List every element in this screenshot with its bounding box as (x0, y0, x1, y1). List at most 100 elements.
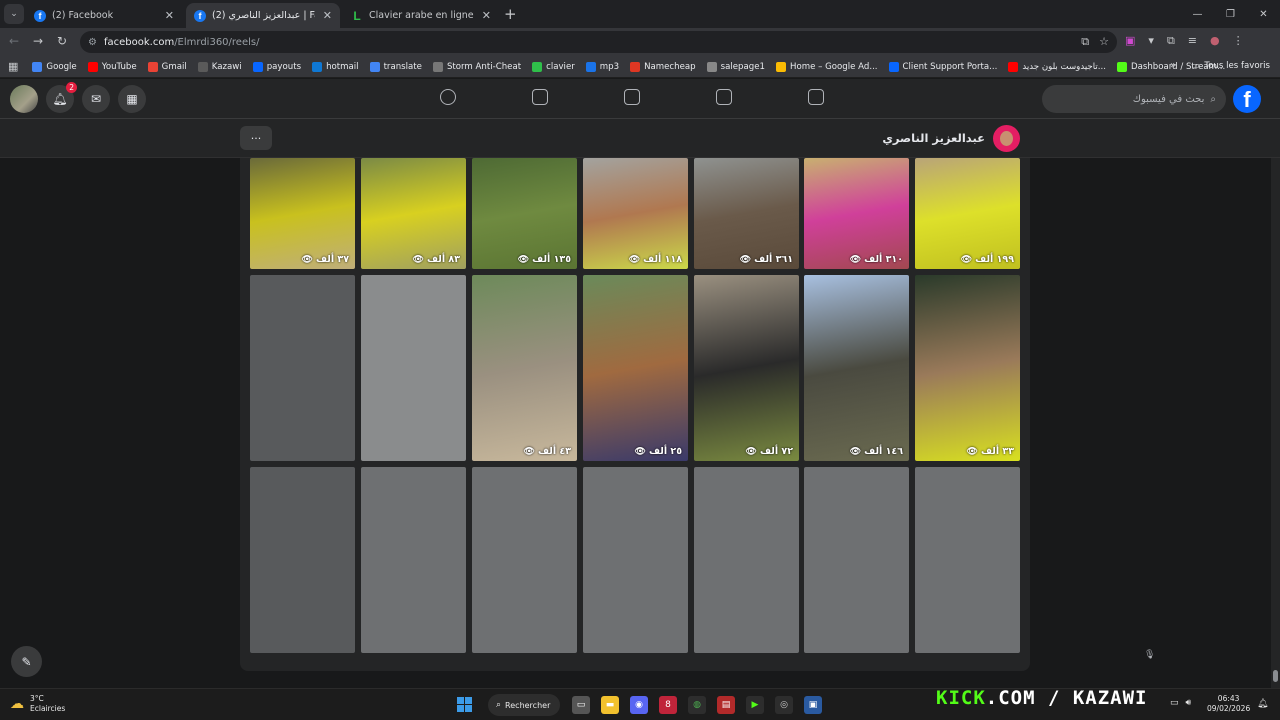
reel-thumbnail[interactable]: 👁︎ ٣٣ ألف (915, 275, 1020, 461)
profile-avatar[interactable] (993, 125, 1020, 152)
reel-thumbnail[interactable]: 👁︎ ١٣٥ ألف (472, 158, 577, 269)
remote-desktop-icon[interactable]: ▣ (804, 696, 822, 714)
tab-facebook-profile[interactable]: f (2) عبدالعزيز الناصري | Facebook ✕ (186, 3, 340, 28)
bookmark-label: Storm Anti-Cheat (446, 61, 522, 72)
bookmark-item[interactable]: payouts (252, 61, 301, 72)
reel-thumbnail[interactable]: 👁︎ ٣١٠ ألف (804, 158, 909, 269)
extension-menu-icon[interactable]: ▾ (1148, 34, 1154, 48)
bookmark-item[interactable]: clavier (532, 61, 575, 72)
home-icon[interactable] (808, 89, 824, 105)
install-app-icon[interactable]: ⧉ (1081, 35, 1089, 49)
video-icon[interactable] (624, 89, 640, 105)
notifications-button[interactable]: 🔔︎ 2 (46, 82, 77, 113)
apps-grid-icon[interactable]: ▦ (8, 60, 18, 73)
restore-icon[interactable]: ❐ (1214, 0, 1247, 28)
tab-search-button[interactable]: ⌄ (4, 4, 24, 24)
account-avatar[interactable] (10, 85, 38, 113)
reel-thumbnail[interactable]: 👁︎ ١٩٩ ألف (915, 158, 1020, 269)
bookmark-item[interactable]: salepage1 (706, 61, 765, 72)
bookmark-item[interactable]: Client Support Porta... (888, 61, 997, 72)
chrome-icon[interactable]: ◍ (688, 696, 706, 714)
messenger-button[interactable]: ✉ (82, 85, 110, 113)
extension-icon[interactable]: ▣ (1125, 34, 1135, 48)
steam-icon[interactable]: ◎ (775, 696, 793, 714)
bookmark-item[interactable]: Gmail (147, 61, 187, 72)
close-tab-icon[interactable]: ✕ (165, 9, 174, 22)
compose-message-button[interactable]: ✎ (11, 646, 42, 677)
reel-thumbnail[interactable]: 👁︎ ١١٨ ألف (583, 158, 688, 269)
app-icon[interactable]: 8 (659, 696, 677, 714)
tab-lexilog[interactable]: L Clavier arabe en ligne • Lexilog ✕ (343, 3, 499, 28)
bookmark-item[interactable]: Namecheap (630, 61, 696, 72)
more-options-button[interactable]: ··· (240, 126, 272, 150)
file-explorer-icon[interactable]: ▬ (601, 696, 619, 714)
reel-placeholder[interactable] (250, 275, 355, 461)
reel-thumbnail[interactable]: 👁︎ ٨٣ ألف (361, 158, 466, 269)
tab-facebook-home[interactable]: f (2) Facebook ✕ (26, 3, 182, 28)
stream-app-icon[interactable]: ▶ (746, 696, 764, 714)
close-tab-icon[interactable]: ✕ (482, 9, 491, 22)
reel-placeholder[interactable] (804, 467, 909, 653)
groups-icon[interactable] (440, 89, 456, 105)
profile-name[interactable]: عبدالعزيز الناصري (882, 131, 985, 145)
bookmark-item[interactable]: mp3 (585, 61, 619, 72)
reading-list-icon[interactable]: ≡ (1188, 34, 1197, 48)
task-view-icon[interactable]: ▭ (572, 696, 590, 714)
site-settings-icon[interactable]: ⚙ (88, 37, 97, 48)
forward-icon[interactable]: → (33, 34, 43, 48)
volume-icon[interactable]: 🔊︎ (1186, 698, 1192, 708)
more-bookmarks-icon[interactable]: » (1170, 60, 1176, 71)
reel-placeholder[interactable] (694, 467, 799, 653)
close-tab-icon[interactable]: ✕ (323, 9, 332, 22)
facebook-logo-icon[interactable]: f (1233, 85, 1261, 113)
bookmark-item[interactable]: تاجيدوست بلون جديد... (1008, 61, 1106, 72)
reel-placeholder[interactable] (361, 275, 466, 461)
facebook-search-input[interactable]: بحث في فيسبوك ⌕ (1042, 85, 1226, 113)
youtube-icon (87, 61, 98, 72)
all-bookmarks[interactable]: ▭ Tous les favoris (1191, 61, 1270, 71)
chrome-menu-icon[interactable]: ⋮ (1233, 34, 1244, 48)
close-window-icon[interactable]: ✕ (1247, 0, 1280, 28)
eye-icon: 👁︎ (849, 254, 862, 265)
eye-icon: 👁︎ (966, 446, 978, 457)
reel-placeholder[interactable] (361, 467, 466, 653)
taskbar-search-label: Rechercher (505, 700, 551, 710)
extensions-puzzle-icon[interactable]: ⧉ (1167, 34, 1175, 48)
new-tab-icon[interactable]: + (504, 5, 517, 23)
clock[interactable]: 06:43 09/02/2026 (1207, 694, 1250, 714)
reel-thumbnail[interactable]: 👁︎ ٣٦١ ألف (694, 158, 799, 269)
profile-avatar-icon[interactable]: ● (1210, 34, 1220, 48)
bookmark-item[interactable]: Home – Google Ad... (775, 61, 878, 72)
bookmark-item[interactable]: YouTube (87, 61, 137, 72)
scrollbar[interactable] (1271, 158, 1280, 688)
bookmark-item[interactable]: Kazawi (197, 61, 242, 72)
bookmark-item[interactable]: translate (369, 61, 422, 72)
reel-thumbnail[interactable]: 👁︎ ٧٢ ألف (694, 275, 799, 461)
recording-app-icon[interactable]: ▤ (717, 696, 735, 714)
reel-thumbnail[interactable]: 👁︎ ٢٥ ألف (583, 275, 688, 461)
bookmark-item[interactable]: Google (32, 61, 77, 72)
reel-thumbnail[interactable]: 👁︎ ٤٣ ألف (472, 275, 577, 461)
weather-widget[interactable]: ☁ 3°C Eclaircies (10, 694, 65, 714)
discord-icon[interactable]: ◉ (630, 696, 648, 714)
windows-start-icon[interactable] (457, 697, 472, 712)
reel-placeholder[interactable] (472, 467, 577, 653)
minimize-icon[interactable]: — (1181, 0, 1214, 28)
notification-center-icon[interactable]: 🔔︎ (1257, 699, 1268, 709)
bookmark-star-icon[interactable]: ☆ (1099, 35, 1109, 49)
reel-placeholder[interactable] (915, 467, 1020, 653)
marketplace-icon[interactable] (532, 89, 548, 105)
reload-icon[interactable]: ↻ (57, 34, 67, 48)
reel-thumbnail[interactable]: 👁︎ ٣٧ ألف (250, 158, 355, 269)
menu-button[interactable]: ▦ (118, 85, 146, 113)
gaming-icon[interactable] (716, 89, 732, 105)
bookmark-item[interactable]: hotmail (312, 61, 359, 72)
network-icon[interactable]: ▭ (1170, 698, 1179, 708)
back-icon[interactable]: ← (9, 34, 19, 48)
reel-thumbnail[interactable]: 👁︎ ١٤٦ ألف (804, 275, 909, 461)
bookmark-item[interactable]: Storm Anti-Cheat (432, 61, 522, 72)
reel-placeholder[interactable] (250, 467, 355, 653)
address-bar[interactable]: ⚙ facebook.com/Elmrdi360/reels/ ⧉ ☆ (80, 31, 1117, 53)
reel-placeholder[interactable] (583, 467, 688, 653)
taskbar-search[interactable]: ⌕ Rechercher (488, 694, 560, 716)
